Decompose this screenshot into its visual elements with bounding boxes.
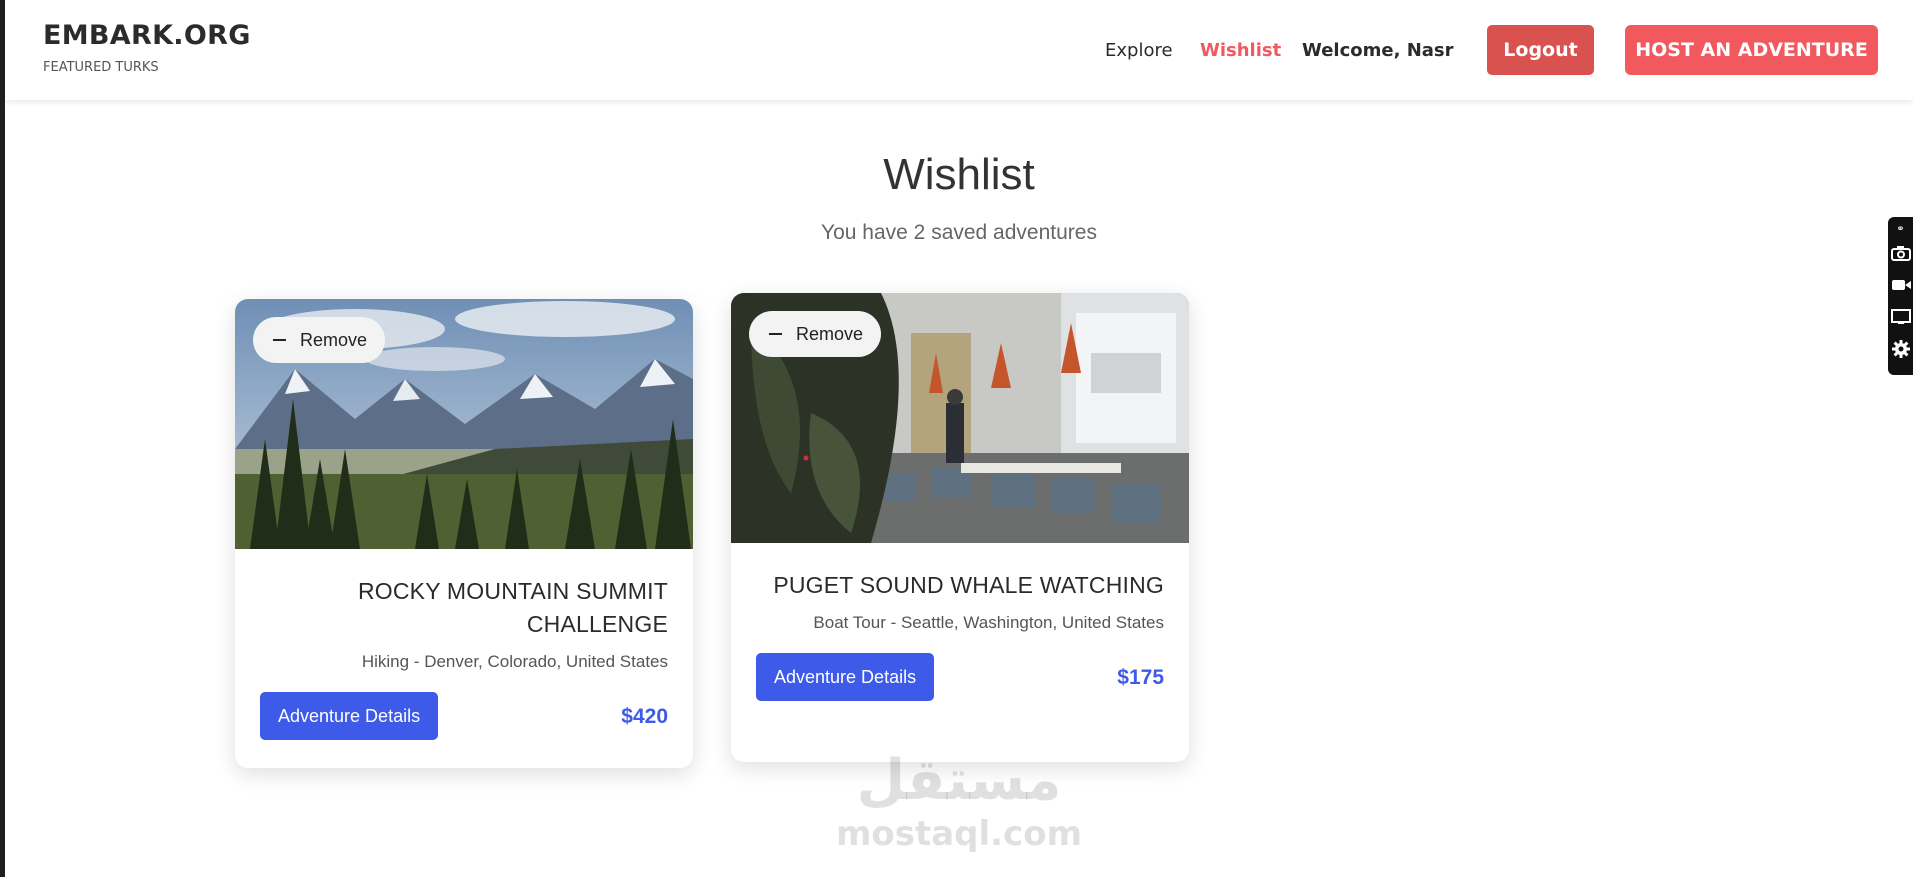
brand-subtitle: FEATURED TURKS [43,60,159,75]
title-line: ROCKY MOUNTAIN SUMMIT [357,578,668,604]
adventure-card: Remove ROCKY MOUNTAIN SUMMIT CHALLENGE H… [235,299,693,768]
adventure-details-button[interactable]: Adventure Details [756,653,935,701]
title-line: CHALLENGE [526,611,668,637]
brand[interactable]: EMBARK.ORG FEATURED TURKS [43,20,251,75]
remove-label: Remove [796,323,864,344]
welcome-user-text: Welcome, Nasr [1302,40,1454,61]
minus-icon [273,339,286,341]
brand-title[interactable]: EMBARK.ORG [43,20,251,51]
adventure-price: $420 [621,705,668,728]
adventure-details-button[interactable]: Adventure Details [260,692,439,740]
card-footer: Adventure Details $420 [260,692,668,740]
adventure-location: Boat Tour - Seattle, Washington, United … [813,613,1164,632]
site-header: EMBARK.ORG FEATURED TURKS Explore Wishli… [5,0,1913,100]
card-body: ROCKY MOUNTAIN SUMMIT CHALLENGE Hiking -… [235,549,693,740]
host-adventure-button[interactable]: HOST AN ADVENTURE [1625,25,1878,75]
page: EMBARK.ORG FEATURED TURKS Explore Wishli… [5,0,1913,877]
screen-icon[interactable] [1888,301,1913,333]
remove-button[interactable]: Remove [749,311,882,357]
remove-button[interactable]: Remove [253,317,386,363]
remove-label: Remove [300,329,368,350]
adventure-title: PUGET SOUND WHALE WATCHING [756,569,1164,602]
nav-explore-link[interactable]: Explore [1105,40,1173,61]
nav-wishlist-link[interactable]: Wishlist [1200,40,1281,61]
link-icon[interactable]: ⚭ [1888,221,1913,237]
mountain-landscape-image: Remove [235,299,693,549]
adventure-title: ROCKY MOUNTAIN SUMMIT CHALLENGE [260,575,668,641]
side-toolbar: ⚭ [1888,217,1913,375]
adventure-card: Remove PUGET SOUND WHALE WATCHING Boat T… [731,293,1189,762]
adventure-price: $175 [1117,666,1164,689]
saved-count-text: You have 2 saved adventures [821,221,1097,244]
camera-icon[interactable] [1888,237,1913,269]
card-footer: Adventure Details $175 [756,653,1164,701]
gear-icon[interactable] [1888,333,1913,365]
watermark-latin: mostaql.com [835,814,1083,854]
adventure-location: Hiking - Denver, Colorado, United States [361,652,668,671]
minus-icon [769,333,782,335]
card-body: PUGET SOUND WHALE WATCHING Boat Tour - S… [731,543,1189,701]
title-line: PUGET SOUND WHALE WATCHING [773,572,1164,598]
restaurant-interior-image: Remove [731,293,1189,543]
page-title: Wishlist [883,150,1035,199]
logout-button[interactable]: Logout [1487,25,1594,75]
video-icon[interactable] [1888,269,1913,301]
